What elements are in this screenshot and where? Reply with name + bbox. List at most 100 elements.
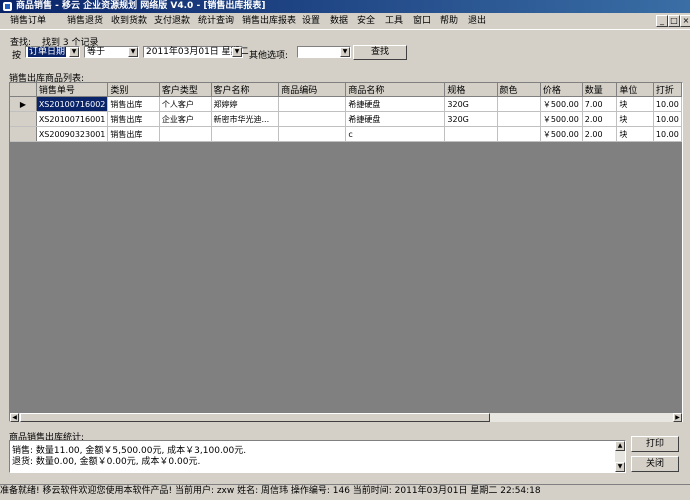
table-cell[interactable]: ￥500.00 (540, 111, 583, 127)
app-icon (3, 2, 12, 11)
column-header[interactable]: 商品编码 (278, 83, 347, 97)
window-titlebar: 商品销售 - 移云 企业资源规划 网络版 V4.0 - [销售出库报表] (0, 0, 690, 13)
scroll-right-icon[interactable]: ▶ (673, 413, 682, 422)
menu-window[interactable]: 窗口 (413, 14, 431, 28)
menu-exit[interactable]: 退出 (468, 14, 486, 28)
column-header[interactable]: 单位 (616, 83, 654, 97)
sales-grid[interactable]: 销售单号 类别 客户类型 客户名称 商品编码 商品名称 规格 颜色 价格 数量 … (9, 82, 683, 422)
scroll-down-icon[interactable]: ▼ (615, 462, 625, 472)
table-cell[interactable]: 销售出库 (107, 111, 160, 127)
menu-bar: 销售订单 销售退货 收到货款 支付退款 统计查询 销售出库报表 设置 数据 安全… (0, 13, 690, 30)
print-button[interactable]: 打印 (631, 436, 679, 452)
current-row-arrow-icon: ▶ (10, 96, 37, 112)
table-cell[interactable] (278, 126, 347, 142)
menu-help[interactable]: 帮助 (440, 14, 458, 28)
table-cell[interactable]: 7.00 (582, 96, 618, 112)
chevron-down-icon[interactable]: ▼ (340, 47, 350, 57)
table-cell[interactable]: 2.00 (582, 111, 618, 127)
column-header[interactable]: 价格 (540, 83, 583, 97)
mdi-minimize-button[interactable]: _ (656, 15, 668, 27)
scrollbar-thumb[interactable] (20, 413, 490, 422)
search-field-value: 订单日期 (28, 47, 67, 57)
menu-sales-return[interactable]: 销售退货 (67, 14, 103, 28)
table-cell[interactable]: 块 (616, 126, 654, 142)
table-cell[interactable]: 个人客户 (159, 96, 212, 112)
column-header[interactable]: 颜色 (497, 83, 541, 97)
grid-horizontal-scrollbar[interactable]: ◀ ▶ (10, 413, 682, 422)
table-cell[interactable] (211, 126, 280, 142)
column-header[interactable]: 客户名称 (211, 83, 280, 97)
column-header[interactable]: 类别 (107, 83, 160, 97)
menu-receive-payment[interactable]: 收到货款 (111, 14, 147, 28)
table-cell[interactable]: 企业客户 (159, 111, 212, 127)
table-cell[interactable]: XS20100716002 (36, 96, 109, 112)
table-cell[interactable]: XS20100716001 (36, 111, 109, 127)
table-cell[interactable]: 希捷硬盘 (345, 96, 446, 112)
table-cell[interactable] (278, 111, 347, 127)
status-bar: 准备就绪! 移云软件欢迎您使用本软件产品! 当前用户: zxw 姓名: 周信玮 … (0, 484, 690, 498)
table-cell[interactable] (497, 126, 541, 142)
table-cell[interactable]: 10.00 (653, 126, 682, 142)
table-cell[interactable]: 销售出库 (107, 96, 160, 112)
close-button[interactable]: 关闭 (631, 456, 679, 472)
search-button[interactable]: 查找 (353, 45, 407, 60)
table-cell[interactable]: 郑婷婷 (211, 96, 280, 112)
table-cell[interactable]: ￥500.00 (540, 126, 583, 142)
table-cell[interactable]: 块 (616, 96, 654, 112)
table-cell[interactable]: 块 (616, 111, 654, 127)
table-cell[interactable] (278, 96, 347, 112)
table-cell[interactable]: 希捷硬盘 (345, 111, 446, 127)
table-cell[interactable]: XS20090323001 (36, 126, 109, 142)
menu-settings[interactable]: 设置 (302, 14, 320, 28)
chevron-down-icon[interactable]: ▼ (128, 47, 138, 57)
sales-table: 销售单号 类别 客户类型 客户名称 商品编码 商品名称 规格 颜色 价格 数量 … (10, 83, 682, 142)
window-title: 商品销售 - 移云 企业资源规划 网络版 V4.0 - [销售出库报表] (16, 1, 266, 11)
table-row[interactable]: XS20090323001 销售出库 c ￥500.00 2.00 块 10.0… (10, 126, 682, 142)
table-cell[interactable]: 320G (444, 96, 498, 112)
table-cell[interactable]: ￥500.00 (540, 96, 583, 112)
table-row[interactable]: ▶ XS20100716002 销售出库 个人客户 郑婷婷 希捷硬盘 320G … (10, 96, 682, 112)
table-cell[interactable]: 10.00 (653, 96, 682, 112)
chevron-down-icon[interactable]: ▼ (232, 47, 242, 57)
memo-vertical-scrollbar[interactable]: ▲ ▼ (615, 441, 625, 472)
scroll-up-icon[interactable]: ▲ (615, 441, 625, 451)
search-operator-select[interactable]: 等于 ▼ (84, 46, 139, 58)
table-cell[interactable] (497, 111, 541, 127)
other-options-select[interactable]: ▼ (297, 46, 351, 58)
mdi-restore-button[interactable]: □ (668, 15, 680, 27)
menu-sales-report[interactable]: 销售出库报表 (242, 14, 296, 28)
column-header[interactable]: 规格 (444, 83, 498, 97)
other-options-label: 其他选项: (249, 51, 289, 61)
table-cell[interactable]: 320G (444, 111, 498, 127)
search-operator-value: 等于 (87, 47, 106, 57)
stats-memo[interactable]: 销售: 数量11.00, 金额￥5,500.00元, 成本￥3,100.00元.… (9, 440, 626, 473)
search-date-picker[interactable]: 2011年03月01日 星期二 ▼ (143, 46, 249, 58)
mdi-close-button[interactable]: × (680, 15, 690, 27)
table-cell[interactable] (444, 126, 498, 142)
column-header[interactable]: 数量 (582, 83, 618, 97)
column-header[interactable]: 客户类型 (159, 83, 212, 97)
scroll-left-icon[interactable]: ◀ (10, 413, 19, 422)
menu-statistics[interactable]: 统计查询 (198, 14, 234, 28)
table-cell[interactable] (159, 126, 212, 142)
table-cell[interactable]: c (345, 126, 446, 142)
column-header[interactable]: 打折 (653, 83, 682, 97)
chevron-down-icon[interactable]: ▼ (69, 47, 79, 57)
menu-pay-refund[interactable]: 支付退款 (154, 14, 190, 28)
table-cell[interactable] (497, 96, 541, 112)
search-field-select[interactable]: 订单日期 ▼ (25, 46, 80, 58)
menu-data[interactable]: 数据 (330, 14, 348, 28)
menu-security[interactable]: 安全 (357, 14, 375, 28)
stats-return-line: 退货: 数量0.00, 金额￥0.00元, 成本￥0.00元. (12, 457, 201, 467)
menu-tools[interactable]: 工具 (385, 14, 403, 28)
column-header[interactable]: 商品名称 (345, 83, 446, 97)
table-cell[interactable]: 2.00 (582, 126, 618, 142)
column-header[interactable]: 销售单号 (36, 83, 109, 97)
grid-header-row: 销售单号 类别 客户类型 客户名称 商品编码 商品名称 规格 颜色 价格 数量 … (10, 83, 682, 97)
table-row[interactable]: XS20100716001 销售出库 企业客户 新密市华光迪... 希捷硬盘 3… (10, 111, 682, 127)
table-cell[interactable]: 新密市华光迪... (211, 111, 280, 127)
table-cell[interactable]: 10.00 (653, 111, 682, 127)
menu-sales-order[interactable]: 销售订单 (10, 14, 46, 28)
table-cell[interactable]: 销售出库 (107, 126, 160, 142)
search-by-label: 按 (12, 51, 22, 61)
